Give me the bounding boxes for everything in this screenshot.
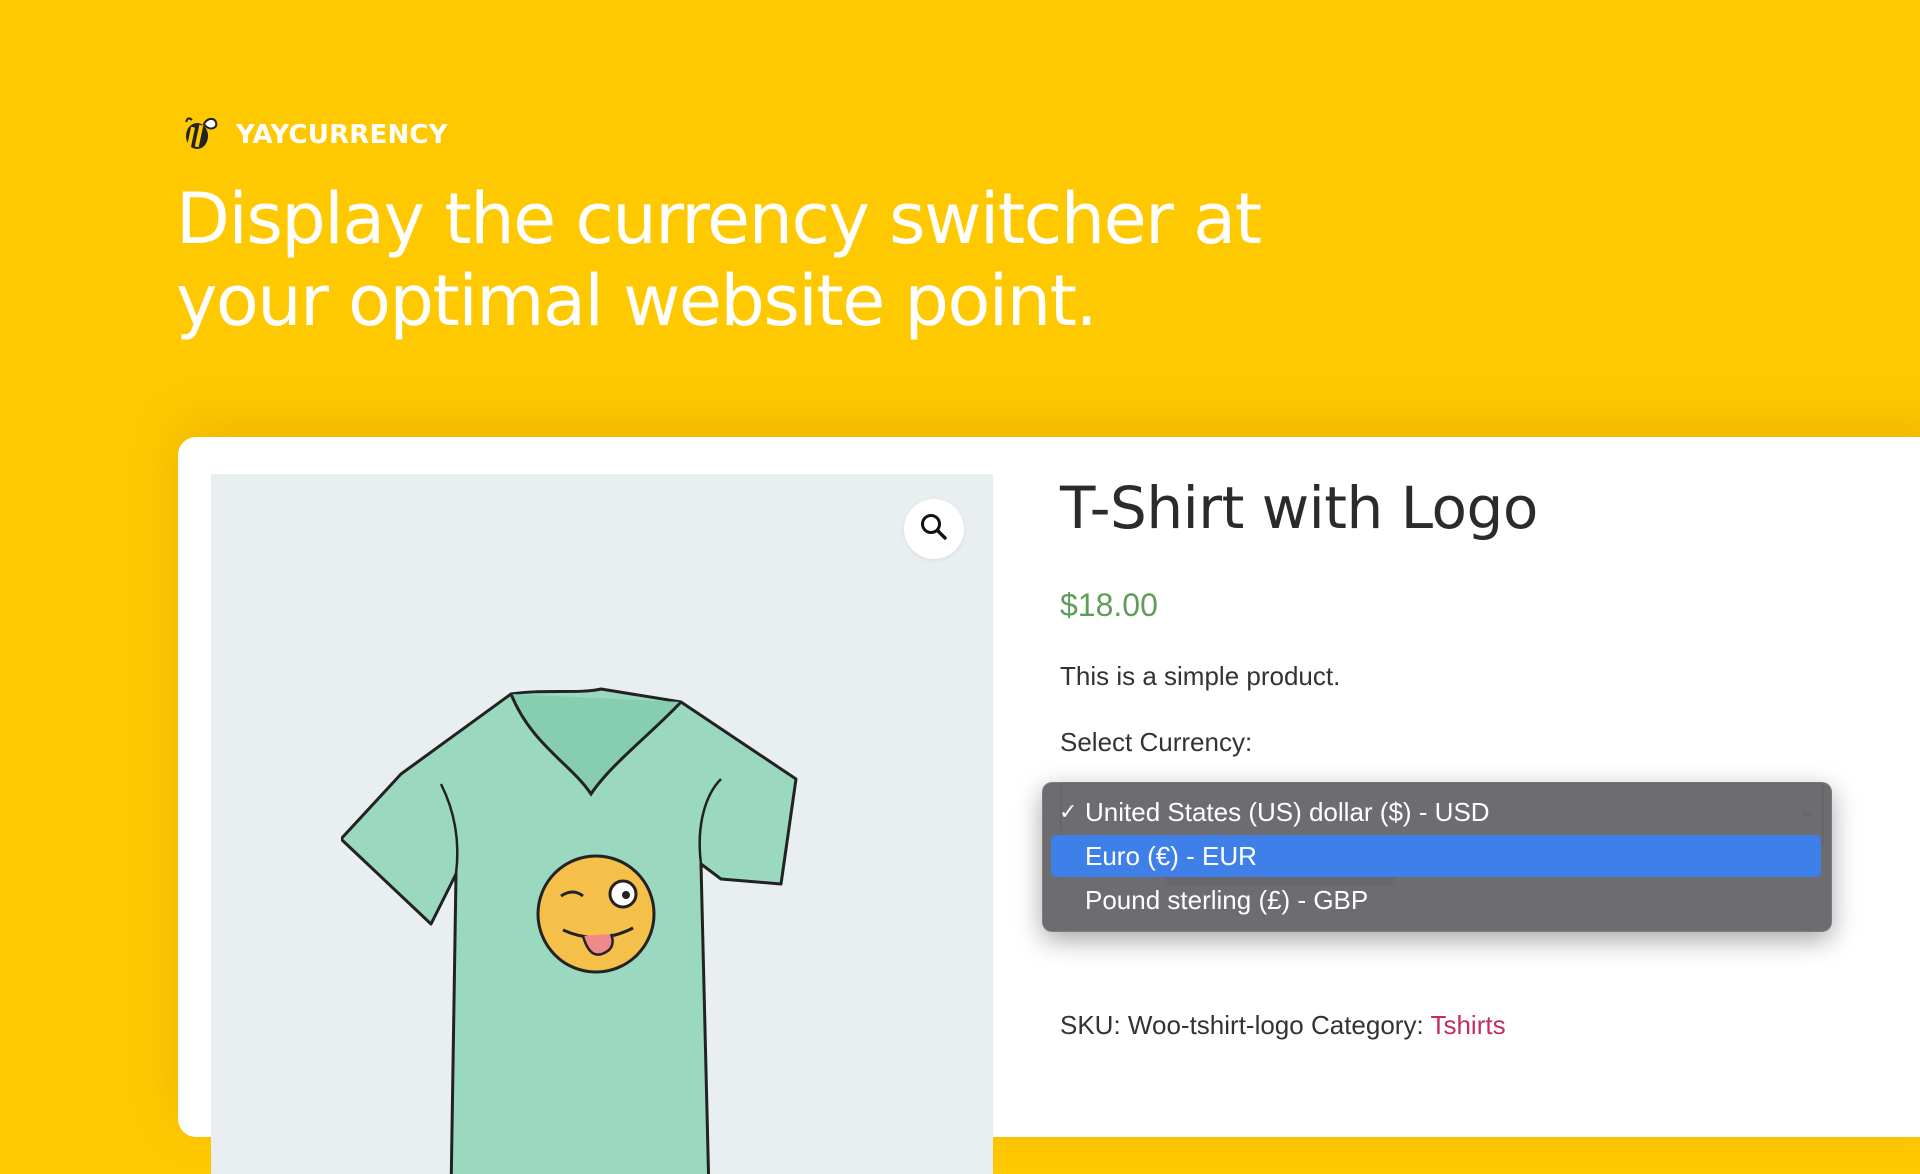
sku-value: Woo-tshirt-logo [1127, 1010, 1304, 1040]
zoom-button[interactable] [904, 499, 964, 559]
category-link[interactable]: Tshirts [1430, 1010, 1505, 1040]
category-label: Category: [1310, 1010, 1424, 1040]
product-card: T-Shirt with Logo $18.00 This is a simpl… [178, 437, 1920, 1174]
sku-label: SKU: [1060, 1010, 1121, 1040]
currency-option-eur[interactable]: Euro (€) - EUR [1051, 835, 1821, 877]
currency-option-label: United States (US) dollar ($) - USD [1085, 797, 1490, 827]
currency-option-usd[interactable]: ✓ United States (US) dollar ($) - USD [1051, 791, 1821, 833]
brand: YAYCURRENCY [180, 112, 448, 157]
tshirt-illustration [341, 687, 798, 1174]
product-image[interactable] [211, 474, 993, 1174]
bee-icon [180, 112, 220, 157]
product-title: T-Shirt with Logo [1060, 474, 1538, 542]
currency-option-label: Pound sterling (£) - GBP [1085, 885, 1369, 915]
checkmark-icon: ✓ [1059, 799, 1078, 824]
select-currency-label: Select Currency: [1060, 727, 1253, 757]
headline-line-1: Display the currency switcher at [176, 178, 1262, 260]
currency-option-gbp[interactable]: Pound sterling (£) - GBP [1051, 879, 1821, 921]
currency-option-label: Euro (€) - EUR [1085, 841, 1257, 871]
product-description: This is a simple product. [1060, 661, 1341, 691]
headline: Display the currency switcher at your op… [176, 178, 1376, 342]
product-price: $18.00 [1060, 587, 1158, 623]
headline-line-2: your optimal website point. [176, 260, 1098, 342]
product-meta: SKU: Woo-tshirt-logo Category: Tshirts [1060, 1010, 1506, 1041]
brand-name: YAYCURRENCY [236, 119, 448, 150]
magnifier-icon [919, 512, 949, 547]
currency-dropdown-menu: ✓ United States (US) dollar ($) - USD Eu… [1042, 782, 1832, 932]
